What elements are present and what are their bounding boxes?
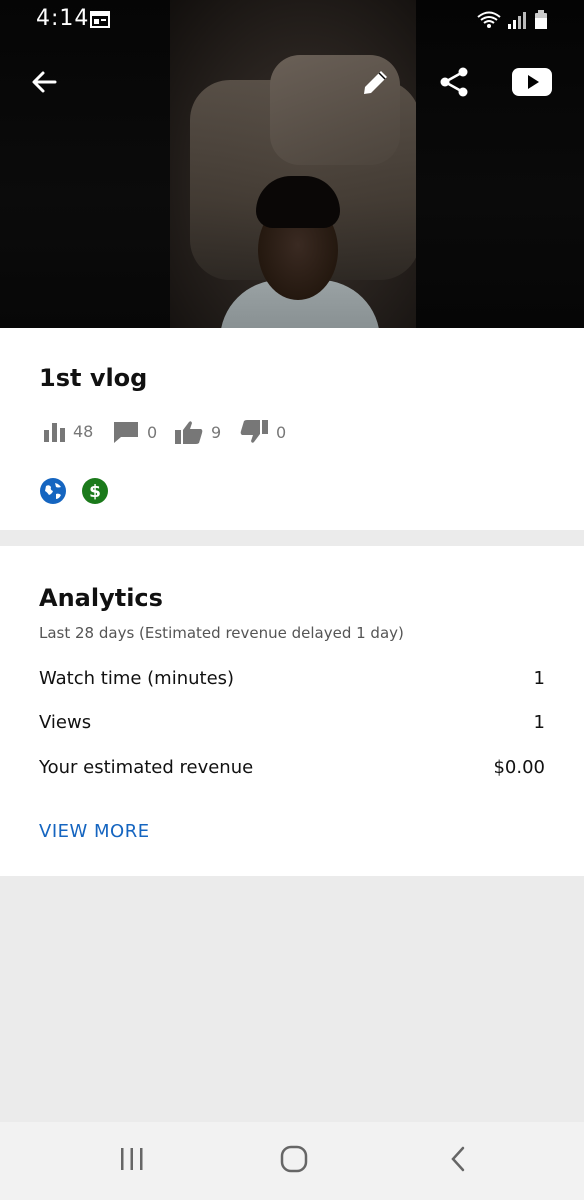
likes-count: 9 bbox=[211, 422, 222, 442]
edit-button[interactable] bbox=[356, 64, 396, 104]
video-title: 1st vlog bbox=[39, 364, 148, 392]
row-label: Your estimated revenue bbox=[39, 757, 254, 778]
status-bar: 4:14 bbox=[0, 0, 584, 40]
status-time: 4:14 bbox=[36, 6, 90, 31]
comment-icon bbox=[113, 420, 139, 444]
share-button[interactable] bbox=[434, 64, 474, 104]
video-details-card: 1st vlog 48 0 9 0 $ bbox=[0, 328, 584, 530]
pencil-icon bbox=[360, 66, 392, 102]
video-letterbox-left bbox=[0, 0, 170, 328]
view-more-button[interactable]: VIEW MORE bbox=[39, 821, 150, 842]
share-icon bbox=[438, 66, 470, 102]
views-count: 48 bbox=[73, 421, 94, 441]
svg-text:$: $ bbox=[89, 482, 101, 502]
dislikes-count: 0 bbox=[276, 422, 287, 442]
home-icon bbox=[280, 1145, 308, 1177]
views-row: Views 1 bbox=[39, 712, 545, 733]
calendar-icon bbox=[90, 10, 110, 32]
video-letterbox-right bbox=[416, 0, 584, 328]
thumbs-down-icon bbox=[240, 420, 268, 444]
views-stat: 48 bbox=[43, 420, 93, 442]
arrow-left-icon bbox=[29, 67, 59, 101]
row-label: Watch time (minutes) bbox=[39, 668, 235, 689]
analytics-subtitle: Last 28 days (Estimated revenue delayed … bbox=[39, 624, 404, 642]
thumbs-up-icon bbox=[175, 420, 203, 444]
battery-icon bbox=[534, 10, 548, 34]
back-chevron-icon bbox=[448, 1145, 468, 1177]
row-value: 1 bbox=[533, 668, 545, 689]
row-value: $0.00 bbox=[493, 757, 545, 778]
dislikes-stat: 0 bbox=[240, 420, 286, 444]
youtube-button[interactable] bbox=[510, 64, 554, 104]
recents-icon bbox=[119, 1147, 145, 1175]
analytics-card: Analytics Last 28 days (Estimated revenu… bbox=[0, 546, 584, 876]
youtube-icon bbox=[512, 67, 552, 101]
comments-stat: 0 bbox=[113, 420, 157, 444]
likes-stat: 9 bbox=[175, 420, 221, 444]
bar-chart-icon bbox=[43, 420, 65, 442]
wifi-icon bbox=[476, 10, 502, 34]
analytics-title: Analytics bbox=[39, 584, 163, 612]
dollar-icon[interactable]: $ bbox=[82, 478, 108, 504]
child-hair bbox=[256, 176, 340, 228]
home-button[interactable] bbox=[274, 1144, 314, 1178]
system-nav-bar bbox=[0, 1122, 584, 1200]
recents-button[interactable] bbox=[112, 1144, 152, 1178]
row-value: 1 bbox=[533, 712, 545, 733]
video-frame bbox=[170, 0, 416, 328]
revenue-row: Your estimated revenue $0.00 bbox=[39, 757, 545, 778]
globe-icon[interactable] bbox=[40, 478, 66, 504]
row-label: Views bbox=[39, 712, 92, 733]
watch-time-row: Watch time (minutes) 1 bbox=[39, 668, 545, 689]
video-thumbnail[interactable] bbox=[0, 0, 584, 328]
system-back-button[interactable] bbox=[438, 1144, 478, 1178]
comments-count: 0 bbox=[147, 422, 158, 442]
back-button[interactable] bbox=[24, 64, 64, 104]
signal-icon bbox=[506, 10, 526, 34]
